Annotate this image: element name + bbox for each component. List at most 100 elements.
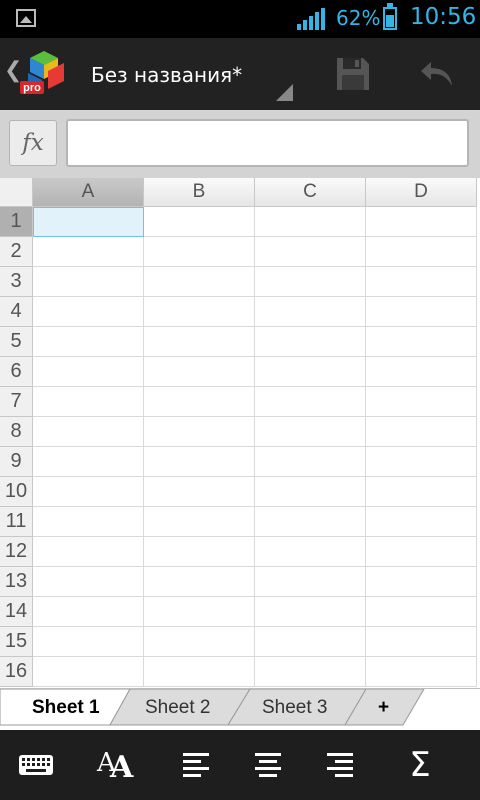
grid-cell[interactable]	[144, 417, 255, 447]
save-icon[interactable]	[335, 56, 371, 92]
grid-cell[interactable]	[33, 507, 144, 537]
selected-cell[interactable]	[33, 207, 144, 237]
grid-cell[interactable]	[144, 267, 255, 297]
grid-cell[interactable]	[366, 567, 477, 597]
grid-cell[interactable]	[366, 207, 477, 237]
grid-cell[interactable]	[144, 207, 255, 237]
grid-cell[interactable]	[366, 327, 477, 357]
grid-cell[interactable]	[255, 537, 366, 567]
row-header-15[interactable]: 15	[0, 627, 33, 657]
autosum-icon[interactable]: Σ	[398, 744, 442, 786]
keyboard-icon[interactable]	[14, 744, 58, 786]
column-header-c[interactable]: C	[255, 178, 366, 207]
row-header-14[interactable]: 14	[0, 597, 33, 627]
align-right-icon[interactable]	[318, 744, 362, 786]
row-header-5[interactable]: 5	[0, 327, 33, 357]
grid-cell[interactable]	[366, 657, 477, 687]
align-center-icon[interactable]	[246, 744, 290, 786]
row-header-11[interactable]: 11	[0, 507, 33, 537]
grid-cell[interactable]	[144, 567, 255, 597]
grid-cell[interactable]	[33, 657, 144, 687]
grid-cell[interactable]	[144, 237, 255, 267]
grid-cell[interactable]	[255, 477, 366, 507]
grid-cell[interactable]	[366, 477, 477, 507]
grid-cell[interactable]	[33, 387, 144, 417]
grid-cell[interactable]	[144, 537, 255, 567]
grid-cell[interactable]	[33, 297, 144, 327]
grid-cell[interactable]	[366, 417, 477, 447]
logo-text: pro	[23, 82, 41, 94]
grid-cell[interactable]	[255, 567, 366, 597]
grid-cell[interactable]	[144, 477, 255, 507]
grid-cell[interactable]	[255, 267, 366, 297]
row-header-12[interactable]: 12	[0, 537, 33, 567]
row-header-1[interactable]: 1	[0, 207, 33, 237]
office-suite-logo[interactable]: pro	[20, 49, 68, 99]
grid-cell[interactable]	[33, 417, 144, 447]
row-header-3[interactable]: 3	[0, 267, 33, 297]
grid-cell[interactable]	[33, 477, 144, 507]
grid-cell[interactable]	[33, 267, 144, 297]
row-header-9[interactable]: 9	[0, 447, 33, 477]
grid-cell[interactable]	[144, 657, 255, 687]
grid-cell[interactable]	[255, 627, 366, 657]
row-header-8[interactable]: 8	[0, 417, 33, 447]
grid-cell[interactable]	[255, 657, 366, 687]
row-header-7[interactable]: 7	[0, 387, 33, 417]
grid-cell[interactable]	[144, 297, 255, 327]
grid-cell[interactable]	[366, 597, 477, 627]
grid-cell[interactable]	[366, 447, 477, 477]
grid-cell[interactable]	[255, 237, 366, 267]
grid-cell[interactable]	[255, 207, 366, 237]
function-button[interactable]: fx	[9, 120, 57, 166]
grid-cell[interactable]	[33, 357, 144, 387]
grid-cell[interactable]	[366, 357, 477, 387]
grid-cell[interactable]	[255, 297, 366, 327]
row-header-2[interactable]: 2	[0, 237, 33, 267]
grid-cell[interactable]	[255, 507, 366, 537]
row-header-13[interactable]: 13	[0, 567, 33, 597]
align-left-icon[interactable]	[174, 744, 218, 786]
grid-cell[interactable]	[33, 627, 144, 657]
undo-icon[interactable]	[418, 56, 456, 92]
grid-cell[interactable]	[255, 447, 366, 477]
row-header-4[interactable]: 4	[0, 297, 33, 327]
grid-cell[interactable]	[144, 627, 255, 657]
grid-cell[interactable]	[33, 567, 144, 597]
grid-cell[interactable]	[33, 597, 144, 627]
grid-cell[interactable]	[144, 507, 255, 537]
grid-cell[interactable]	[366, 387, 477, 417]
grid-cell[interactable]	[144, 447, 255, 477]
row-header-16[interactable]: 16	[0, 657, 33, 687]
spreadsheet-grid[interactable]: A B C D 1 2 3 4 5 6 7 8 9 10 11 12 13 14 15 16	[0, 178, 480, 688]
grid-cell[interactable]	[33, 447, 144, 477]
grid-cell[interactable]	[366, 297, 477, 327]
grid-cell[interactable]	[144, 597, 255, 627]
grid-cell[interactable]	[144, 387, 255, 417]
formula-input[interactable]	[66, 119, 469, 167]
grid-cell[interactable]	[144, 327, 255, 357]
row-header-10[interactable]: 10	[0, 477, 33, 507]
grid-cell[interactable]	[366, 507, 477, 537]
grid-cell[interactable]	[366, 237, 477, 267]
title-dropdown-indicator-icon[interactable]	[276, 84, 293, 101]
grid-cell[interactable]	[144, 357, 255, 387]
grid-cell[interactable]	[366, 267, 477, 297]
grid-cell[interactable]	[33, 237, 144, 267]
column-header-a[interactable]: A	[33, 178, 144, 207]
grid-cell[interactable]	[255, 387, 366, 417]
column-header-d[interactable]: D	[366, 178, 477, 207]
grid-cell[interactable]	[366, 627, 477, 657]
grid-cell[interactable]	[255, 357, 366, 387]
select-all-corner[interactable]	[0, 178, 33, 207]
row-header-6[interactable]: 6	[0, 357, 33, 387]
grid-cell[interactable]	[255, 597, 366, 627]
grid-cell[interactable]	[33, 537, 144, 567]
document-title[interactable]: Без названия*	[91, 63, 242, 87]
font-size-icon[interactable]: A A	[94, 744, 138, 786]
grid-cell[interactable]	[255, 327, 366, 357]
grid-cell[interactable]	[255, 417, 366, 447]
column-header-b[interactable]: B	[144, 178, 255, 207]
grid-cell[interactable]	[33, 327, 144, 357]
grid-cell[interactable]	[366, 537, 477, 567]
